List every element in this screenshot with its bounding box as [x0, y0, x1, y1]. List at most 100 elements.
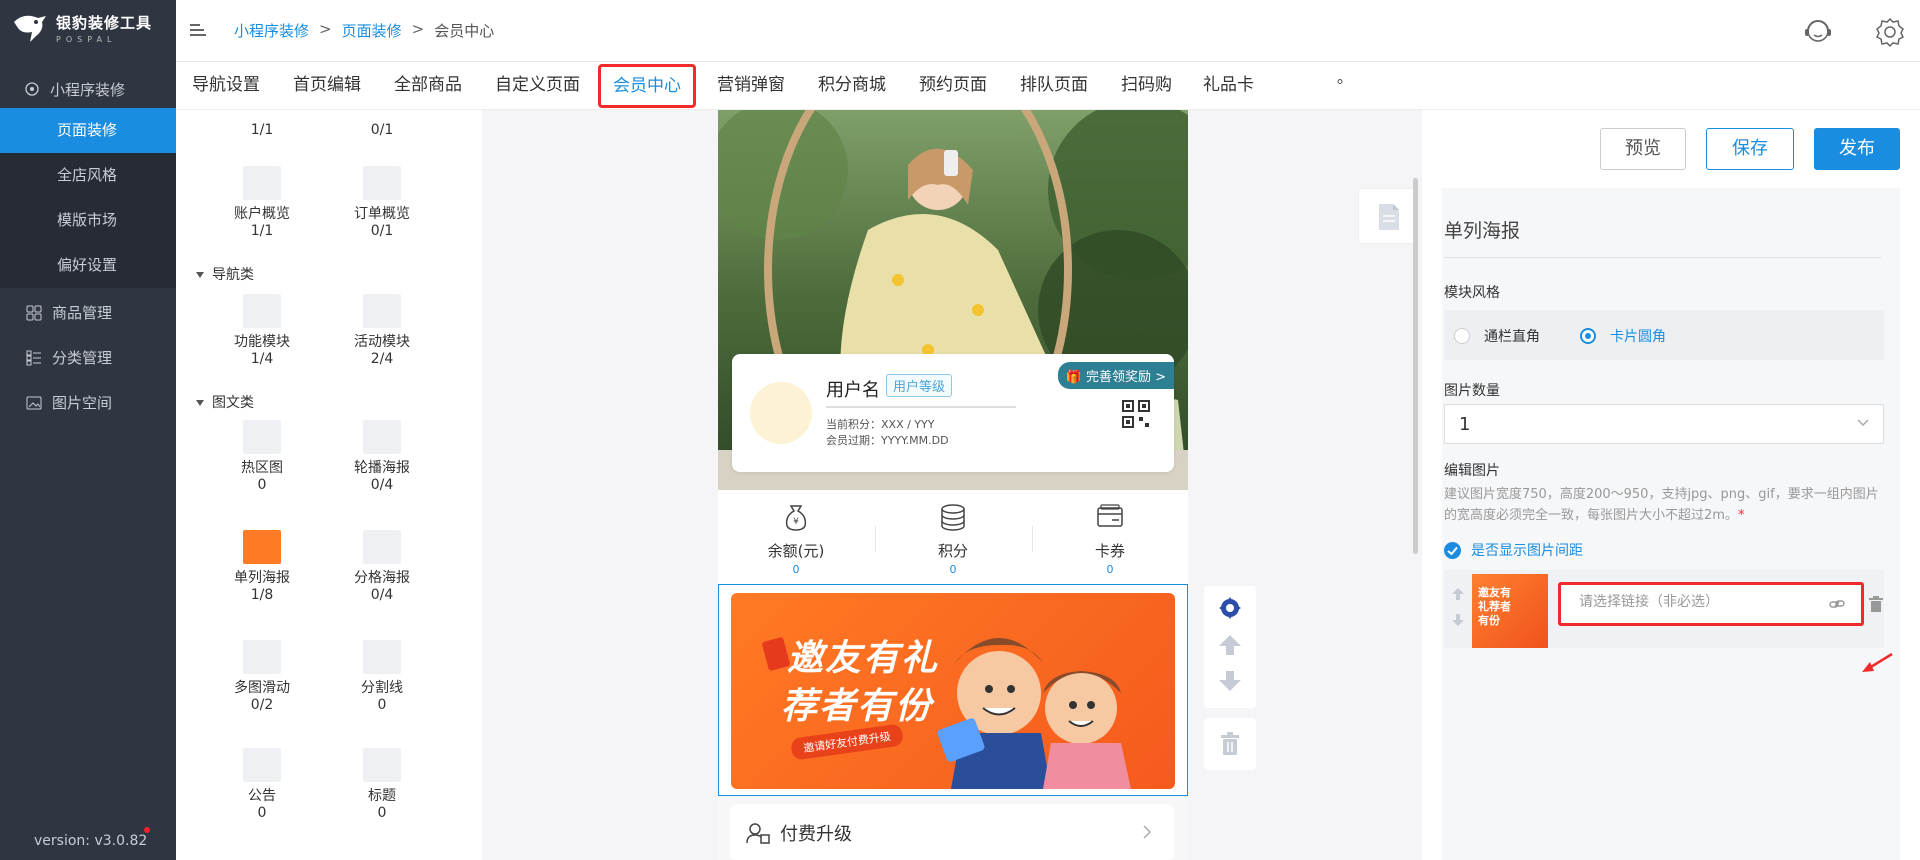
app-title: 银豹装修工具 [56, 14, 153, 32]
tab-scan-buy[interactable]: 扫码购 [1121, 62, 1172, 110]
sidebar-item-images[interactable]: 图片空间 [0, 380, 176, 425]
tab-all-products[interactable]: 全部商品 [394, 62, 462, 110]
tab-booking-page[interactable]: 预约页面 [919, 62, 987, 110]
show-spacing-checkbox[interactable]: 是否显示图片间距 [1444, 540, 1583, 560]
stat-coupons[interactable]: 卡券 0 [1050, 502, 1170, 576]
palette-item-divider[interactable]: 分割线 0 [332, 640, 432, 714]
sidebar-subitem-page-decor[interactable]: 页面装修 [0, 108, 176, 153]
palette-item-activity-module[interactable]: 活动模块 2/4 [332, 294, 432, 368]
member-info-card[interactable]: 用户名 用户等级 当前积分：XXX / YYY 会员过期：YYYY.MM.DD … [732, 354, 1174, 472]
palette-count: 0/1 [370, 122, 394, 138]
link-input[interactable] [1579, 594, 1819, 610]
paid-upgrade-row[interactable]: 付费升级 [730, 804, 1174, 860]
tab-points-mall[interactable]: 积分商城 [818, 62, 886, 110]
module-form: 单列海报 模块风格 通栏直角 卡片圆角 图片数量 1 编辑图片 建议图片宽度75… [1442, 188, 1900, 860]
poster-thumbnail[interactable]: 邀友有礼荐者有份 [1472, 574, 1548, 648]
canvas-scrollbar[interactable] [1413, 178, 1418, 554]
grid-poster-icon [363, 530, 401, 564]
target-icon [24, 81, 40, 97]
menu-toggle-icon[interactable] [188, 22, 208, 38]
form-divider [1444, 257, 1882, 258]
palette-item-notice[interactable]: 公告 0 [212, 748, 312, 822]
palette-item-title[interactable]: 标题 0 [332, 748, 432, 822]
trash-icon[interactable] [1220, 732, 1240, 756]
preview-button[interactable]: 预览 [1600, 128, 1686, 170]
module-title: 单列海报 [1444, 220, 1521, 242]
sidebar-subitem-preferences[interactable]: 偏好设置 [0, 243, 176, 288]
support-agent-icon[interactable] [1802, 16, 1834, 48]
save-button[interactable]: 保存 [1706, 128, 1794, 170]
settings-gear-icon[interactable] [1218, 596, 1242, 620]
palette-section-nav[interactable]: 导航类 [196, 264, 254, 284]
breadcrumb: 小程序装修 > 页面装修 > 会员中心 [234, 20, 494, 41]
move-up-icon[interactable] [1218, 634, 1242, 656]
invite-friends-banner[interactable]: 邀友有礼 荐者有份 邀请好友付费升级 [731, 593, 1175, 789]
link-icon[interactable] [1829, 596, 1845, 612]
palette-item-hotspot[interactable]: 热区图 0 [212, 420, 312, 494]
sidebar-item-label: 分类管理 [52, 349, 113, 367]
tab-gift-card[interactable]: 礼品卡 [1203, 62, 1254, 110]
required-star: * [1737, 508, 1745, 523]
gear-icon[interactable] [1874, 16, 1906, 48]
select-value: 1 [1459, 414, 1471, 435]
palette-item-count: 0/1 [370, 223, 394, 239]
divider-icon [363, 640, 401, 674]
image-count-select[interactable]: 1 [1444, 404, 1884, 444]
app-logo[interactable]: 银豹装修工具 POSPAL [12, 12, 152, 44]
stat-balance[interactable]: ¥ 余额(元) 0 [736, 502, 856, 576]
link-field[interactable] [1558, 582, 1864, 626]
palette-section-media[interactable]: 图文类 [196, 392, 254, 412]
palette-item-label: 标题 [368, 788, 396, 804]
move-down-icon[interactable] [1218, 670, 1242, 692]
palette-item-grid-poster[interactable]: 分格海报 0/4 [332, 530, 432, 604]
radio-full-width[interactable]: 通栏直角 [1454, 326, 1540, 346]
level-progress-bar [826, 406, 1016, 408]
tab-custom-page[interactable]: 自定义页面 [495, 62, 580, 110]
palette-item-function-module[interactable]: 功能模块 1/4 [212, 294, 312, 368]
sidebar-item-miniprogram[interactable]: 小程序装修 [0, 68, 176, 110]
publish-button[interactable]: 发布 [1814, 128, 1900, 170]
tab-home-edit[interactable]: 首页编辑 [293, 62, 361, 110]
tab-member-center[interactable]: 会员中心 [598, 64, 696, 108]
arrow-down-icon[interactable] [1450, 612, 1466, 628]
trash-icon[interactable] [1868, 596, 1884, 612]
palette-item-single-poster[interactable]: 单列海报 1/8 [212, 530, 312, 604]
complete-reward-button[interactable]: 🎁 完善领奖励 > [1057, 362, 1174, 389]
points-line: 当前积分：XXX / YYY [826, 418, 935, 431]
sidebar-item-categories[interactable]: 分类管理 [0, 335, 176, 380]
palette-item-count: 0 [257, 805, 267, 821]
page-settings[interactable] [1358, 188, 1418, 244]
chevron-right-icon [1143, 825, 1152, 839]
palette-item-label: 活动模块 [354, 334, 410, 350]
palette-item-multi-slide[interactable]: 多图滑动 0/2 [212, 640, 312, 714]
top-bar: 小程序装修 > 页面装修 > 会员中心 [176, 0, 1920, 62]
sidebar-item-label: 图片空间 [52, 394, 113, 412]
multi-slide-icon [243, 640, 281, 674]
tab-queue-page[interactable]: 排队页面 [1020, 62, 1088, 110]
stat-label: 余额(元) [767, 542, 825, 560]
edit-image-label: 编辑图片 [1444, 463, 1500, 479]
list-icon [26, 350, 41, 365]
arrow-up-icon[interactable] [1450, 586, 1466, 602]
style-label: 模块风格 [1444, 285, 1500, 301]
palette-item-order-overview[interactable]: 订单概览 0/1 [332, 166, 432, 240]
qr-code-icon[interactable] [1122, 400, 1150, 428]
sidebar-subitem-store-style[interactable]: 全店风格 [0, 153, 176, 198]
palette-item-carousel[interactable]: 轮播海报 0/4 [332, 420, 432, 494]
sidebar-subitem-template-market[interactable]: 模版市场 [0, 198, 176, 243]
sidebar-item-products[interactable]: 商品管理 [0, 290, 176, 335]
component-palette: 1/1 0/1 账户概览 1/1 订单概览 0/1 导航类 功能模块 1/4 活… [176, 110, 482, 860]
breadcrumb-link-miniprogram[interactable]: 小程序装修 [234, 20, 309, 41]
palette-item-account-overview[interactable]: 账户概览 1/1 [212, 166, 312, 240]
app-subtitle: POSPAL [56, 35, 117, 44]
tab-marketing-popup[interactable]: 营销弹窗 [717, 62, 785, 110]
sidebar-subnav: 页面装修 全店风格 模版市场 偏好设置 [0, 108, 176, 288]
palette-item-count: 0/2 [250, 697, 274, 713]
tab-nav-settings[interactable]: 导航设置 [192, 62, 260, 110]
single-poster-module-selected[interactable]: 邀友有礼 荐者有份 邀请好友付费升级 [718, 584, 1188, 796]
radio-card-rounded[interactable]: 卡片圆角 [1580, 326, 1666, 346]
breadcrumb-link-page-decor[interactable]: 页面装修 [342, 20, 402, 41]
stat-points[interactable]: 积分 0 [893, 502, 1013, 576]
radio-circle [1580, 328, 1596, 344]
image-hint: 建议图片宽度750，高度200～950，支持jpg、png、gif，要求一组内图… [1444, 484, 1884, 526]
